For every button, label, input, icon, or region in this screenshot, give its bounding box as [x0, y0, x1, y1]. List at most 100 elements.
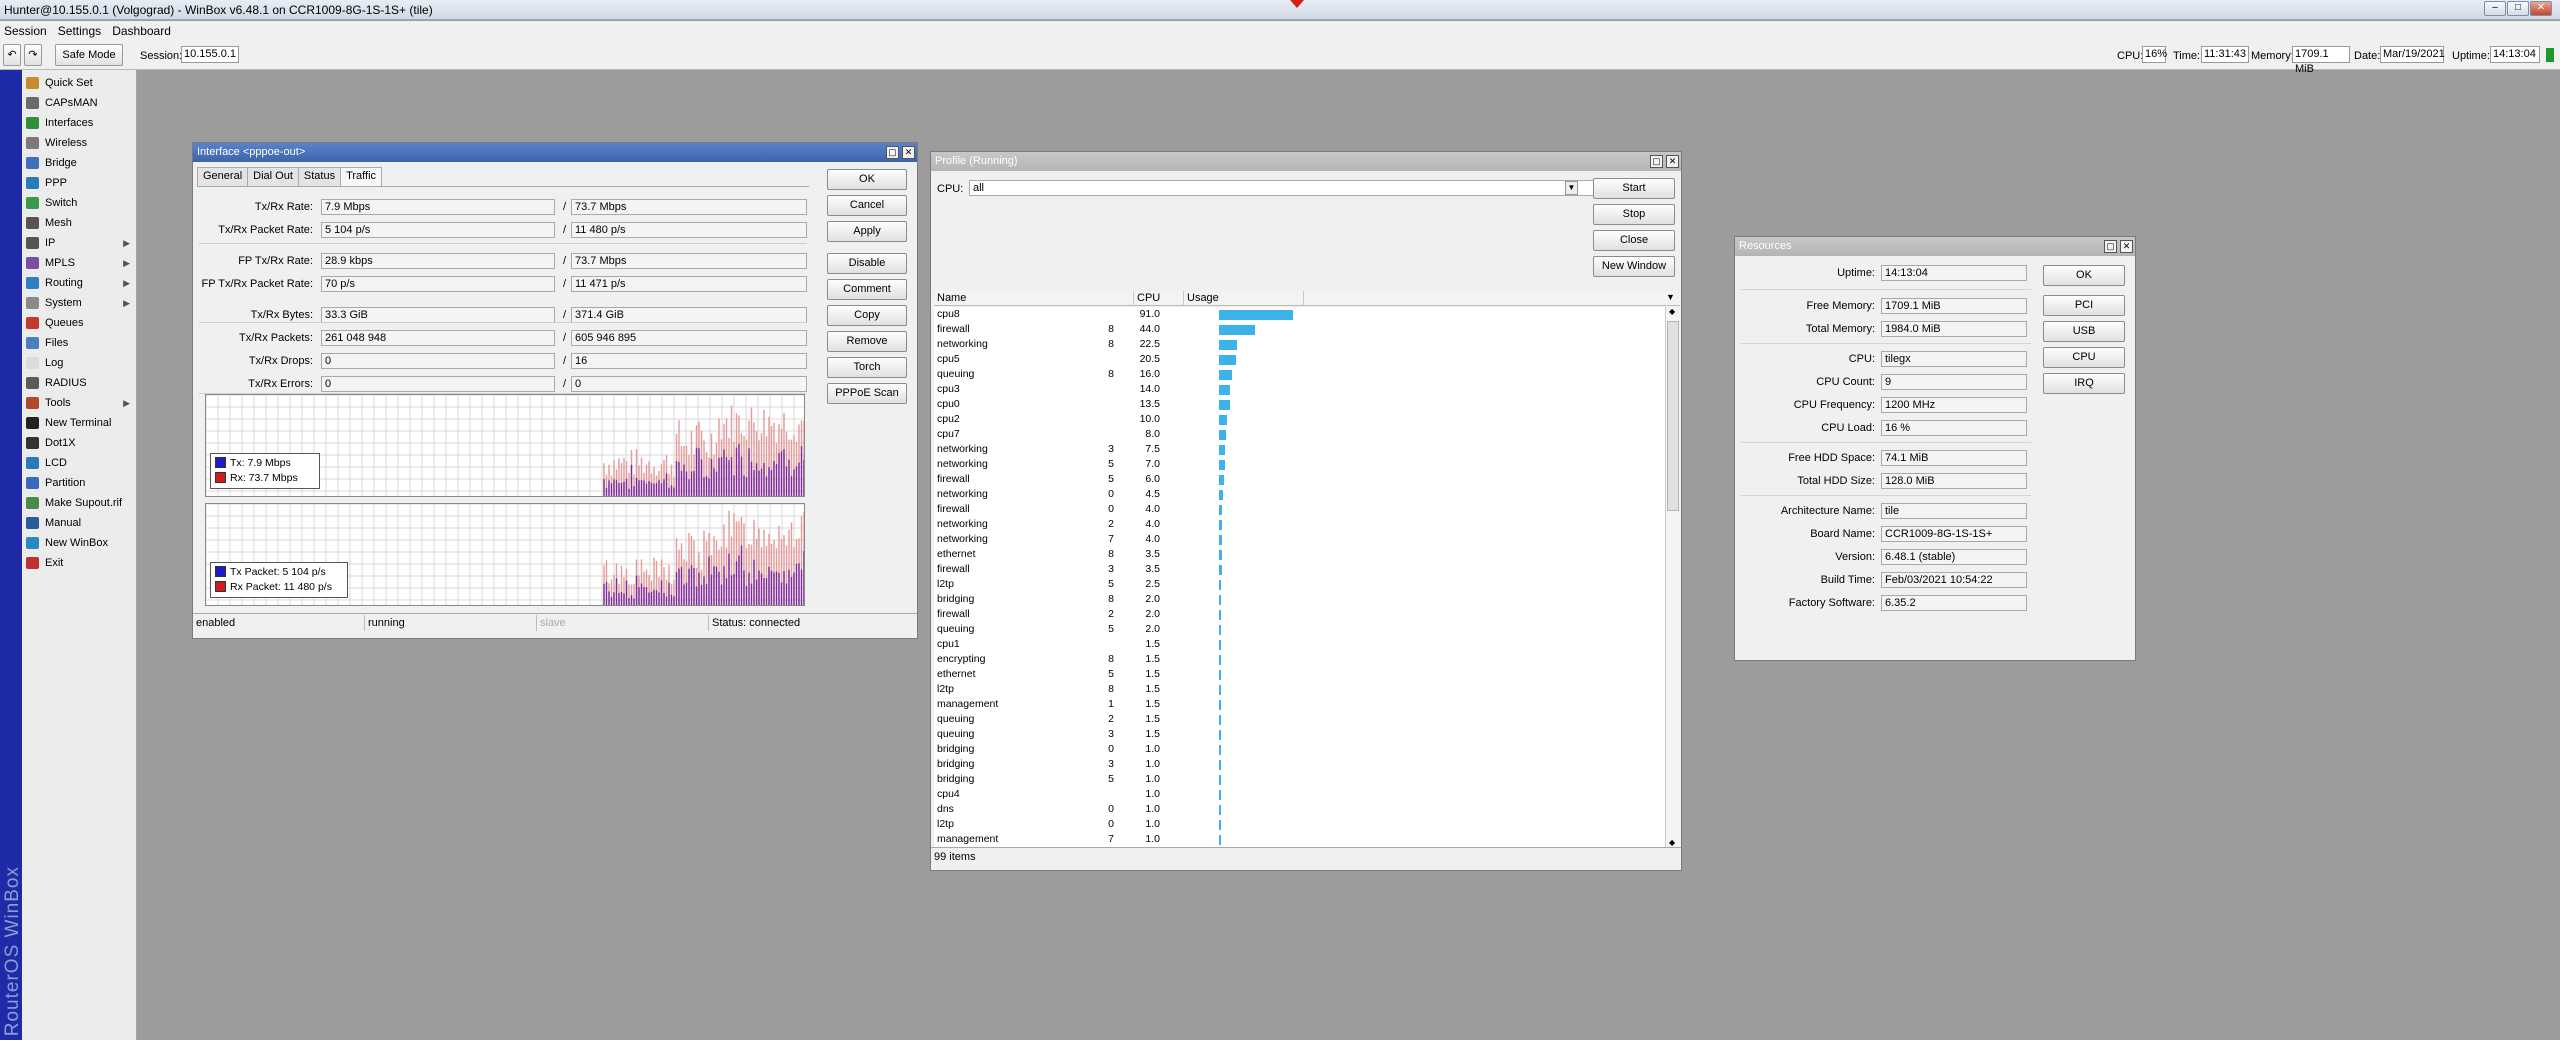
undo-icon[interactable]: ↶: [3, 44, 21, 66]
sidebar-item-ppp[interactable]: PPP: [22, 173, 136, 193]
ok-button[interactable]: OK: [827, 169, 907, 190]
table-row[interactable]: cpu8 91.0: [934, 307, 1665, 322]
table-row[interactable]: firewall 3 3.5: [934, 562, 1665, 577]
table-row[interactable]: queuing 3 1.5: [934, 727, 1665, 742]
sidebar-item-mesh[interactable]: Mesh: [22, 213, 136, 233]
menu-dashboard[interactable]: Dashboard: [108, 21, 175, 38]
sidebar-item-mpls[interactable]: MPLS ▶: [22, 253, 136, 273]
table-row[interactable]: networking 8 22.5: [934, 337, 1665, 352]
sidebar-item-ip[interactable]: IP ▶: [22, 233, 136, 253]
table-row[interactable]: management 7 1.0: [934, 832, 1665, 847]
table-row[interactable]: encrypting 8 1.5: [934, 652, 1665, 667]
start-button[interactable]: Start: [1593, 178, 1675, 199]
col-usage[interactable]: Usage: [1184, 291, 1304, 306]
table-row[interactable]: l2tp 0 1.0: [934, 817, 1665, 832]
table-row[interactable]: firewall 0 4.0: [934, 502, 1665, 517]
remove-button[interactable]: Remove: [827, 331, 907, 352]
close-icon[interactable]: ✕: [1666, 155, 1679, 168]
sidebar-item-wireless[interactable]: Wireless: [22, 133, 136, 153]
pci-button[interactable]: PCI: [2043, 295, 2125, 316]
scrollbar[interactable]: ◆ ◆: [1665, 307, 1680, 847]
minimize-icon[interactable]: –: [2484, 1, 2506, 16]
table-row[interactable]: dns 0 1.0: [934, 802, 1665, 817]
close-icon[interactable]: ✕: [2530, 1, 2552, 16]
copy-button[interactable]: Copy: [827, 305, 907, 326]
sidebar-item-radius[interactable]: RADIUS: [22, 373, 136, 393]
sidebar-item-switch[interactable]: Switch: [22, 193, 136, 213]
table-row[interactable]: cpu2 10.0: [934, 412, 1665, 427]
comment-button[interactable]: Comment: [827, 279, 907, 300]
irq-button[interactable]: IRQ: [2043, 373, 2125, 394]
scroll-down-icon[interactable]: ◆: [1669, 838, 1675, 847]
maximize-icon[interactable]: □: [2507, 1, 2529, 16]
restore-icon[interactable]: ▢: [886, 146, 899, 159]
sidebar-item-partition[interactable]: Partition: [22, 473, 136, 493]
table-row[interactable]: cpu7 8.0: [934, 427, 1665, 442]
sidebar-item-exit[interactable]: Exit: [22, 553, 136, 573]
tab-dial-out[interactable]: Dial Out: [247, 167, 299, 186]
table-row[interactable]: management 1 1.5: [934, 697, 1665, 712]
table-row[interactable]: queuing 5 2.0: [934, 622, 1665, 637]
table-row[interactable]: networking 5 7.0: [934, 457, 1665, 472]
pppoe-scan-button[interactable]: PPPoE Scan: [827, 383, 907, 404]
table-row[interactable]: ethernet 5 1.5: [934, 667, 1665, 682]
usb-button[interactable]: USB: [2043, 321, 2125, 342]
table-row[interactable]: cpu5 20.5: [934, 352, 1665, 367]
table-row[interactable]: firewall 5 6.0: [934, 472, 1665, 487]
table-row[interactable]: queuing 2 1.5: [934, 712, 1665, 727]
menu-session[interactable]: Session: [0, 21, 51, 38]
col-cpu[interactable]: CPU: [1134, 291, 1184, 306]
tab-general[interactable]: General: [197, 167, 249, 186]
apply-button[interactable]: Apply: [827, 221, 907, 242]
ok-button[interactable]: OK: [2043, 265, 2125, 286]
table-row[interactable]: cpu0 13.5: [934, 397, 1665, 412]
dropdown-icon[interactable]: ▼: [1565, 181, 1578, 195]
table-row[interactable]: queuing 8 16.0: [934, 367, 1665, 382]
profile-cpu-select[interactable]: all: [969, 180, 1595, 196]
safe-mode-button[interactable]: Safe Mode: [55, 44, 123, 66]
stop-button[interactable]: Stop: [1593, 204, 1675, 225]
interface-window-titlebar[interactable]: Interface <pppoe-out> ▢ ✕: [193, 143, 917, 162]
table-row[interactable]: cpu4 1.0: [934, 787, 1665, 802]
table-row[interactable]: firewall 2 2.0: [934, 607, 1665, 622]
restore-icon[interactable]: ▢: [1650, 155, 1663, 168]
session-field[interactable]: 10.155.0.1: [181, 46, 239, 63]
table-row[interactable]: bridging 0 1.0: [934, 742, 1665, 757]
table-row[interactable]: l2tp 8 1.5: [934, 682, 1665, 697]
sidebar-item-lcd[interactable]: LCD: [22, 453, 136, 473]
close-button[interactable]: Close: [1593, 230, 1675, 251]
sidebar-item-dot1x[interactable]: Dot1X: [22, 433, 136, 453]
sidebar-item-manual[interactable]: Manual: [22, 513, 136, 533]
table-row[interactable]: networking 3 7.5: [934, 442, 1665, 457]
sidebar-item-winbox[interactable]: New WinBox: [22, 533, 136, 553]
sidebar-item-routing[interactable]: Routing ▶: [22, 273, 136, 293]
cancel-button[interactable]: Cancel: [827, 195, 907, 216]
torch-button[interactable]: Torch: [827, 357, 907, 378]
new-window-button[interactable]: New Window: [1593, 256, 1675, 277]
menu-settings[interactable]: Settings: [54, 21, 105, 38]
sidebar-item-queues[interactable]: Queues: [22, 313, 136, 333]
scroll-up-icon[interactable]: ◆: [1669, 307, 1675, 316]
table-row[interactable]: cpu1 1.5: [934, 637, 1665, 652]
sidebar-item-system[interactable]: System ▶: [22, 293, 136, 313]
sidebar-item-bridge[interactable]: Bridge: [22, 153, 136, 173]
sidebar-item-supout[interactable]: Make Supout.rif: [22, 493, 136, 513]
sidebar-item-tools[interactable]: Tools ▶: [22, 393, 136, 413]
sidebar-item-files[interactable]: Files: [22, 333, 136, 353]
table-row[interactable]: cpu3 14.0: [934, 382, 1665, 397]
restore-icon[interactable]: ▢: [2104, 240, 2117, 253]
sidebar-item-interfaces[interactable]: Interfaces: [22, 113, 136, 133]
sidebar-item-log[interactable]: Log: [22, 353, 136, 373]
col-name[interactable]: Name: [934, 291, 1134, 306]
table-row[interactable]: firewall 8 44.0: [934, 322, 1665, 337]
resources-window-titlebar[interactable]: Resources ▢ ✕: [1735, 237, 2135, 256]
table-row[interactable]: l2tp 5 2.5: [934, 577, 1665, 592]
table-row[interactable]: bridging 8 2.0: [934, 592, 1665, 607]
close-icon[interactable]: ✕: [2120, 240, 2133, 253]
sidebar-item-terminal[interactable]: New Terminal: [22, 413, 136, 433]
table-row[interactable]: bridging 3 1.0: [934, 757, 1665, 772]
sidebar-item-quickset[interactable]: Quick Set: [22, 73, 136, 93]
column-menu-icon[interactable]: ▼: [1666, 292, 1675, 302]
table-row[interactable]: networking 0 4.5: [934, 487, 1665, 502]
table-row[interactable]: ethernet 8 3.5: [934, 547, 1665, 562]
